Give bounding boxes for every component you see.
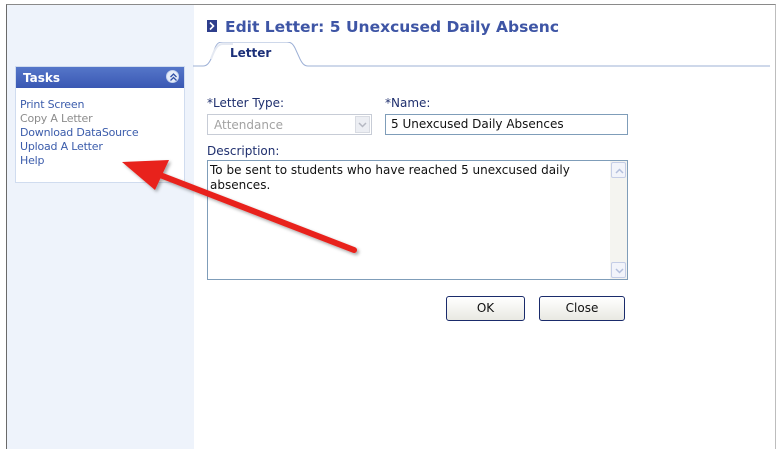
chevron-right-icon xyxy=(207,20,217,32)
letter-type-value: Attendance xyxy=(214,118,283,132)
page-title: Edit Letter: 5 Unexcused Daily Absenc xyxy=(225,18,560,36)
task-upload-a-letter[interactable]: Upload A Letter xyxy=(20,140,103,153)
task-copy-a-letter: Copy A Letter xyxy=(20,112,93,125)
tasks-header: Tasks xyxy=(16,67,184,88)
letter-type-select: Attendance xyxy=(207,114,372,135)
collapse-icon[interactable] xyxy=(166,70,179,83)
description-label: Description: xyxy=(207,144,280,158)
letter-type-label: *Letter Type: xyxy=(207,96,285,110)
chevron-down-icon xyxy=(355,116,370,133)
description-scrollbar[interactable] xyxy=(610,161,627,279)
ok-button[interactable]: OK xyxy=(446,296,525,321)
scroll-up-arrow-icon[interactable] xyxy=(611,162,626,178)
description-text: To be sent to students who have reached … xyxy=(210,163,570,192)
task-help[interactable]: Help xyxy=(20,154,44,167)
tasks-title: Tasks xyxy=(23,71,61,85)
task-download-datasource[interactable]: Download DataSource xyxy=(20,126,139,139)
tab-strip xyxy=(193,42,770,67)
scroll-down-arrow-icon[interactable] xyxy=(611,262,626,278)
name-input[interactable]: 5 Unexcused Daily Absences xyxy=(385,114,628,135)
name-label: *Name: xyxy=(385,96,431,110)
close-button[interactable]: Close xyxy=(539,296,625,321)
description-textarea[interactable]: To be sent to students who have reached … xyxy=(207,160,628,280)
tab-letter[interactable]: Letter xyxy=(230,46,271,60)
tasks-panel: Tasks Print Screen Copy A Letter Downloa… xyxy=(15,66,185,183)
task-print-screen[interactable]: Print Screen xyxy=(20,98,84,111)
